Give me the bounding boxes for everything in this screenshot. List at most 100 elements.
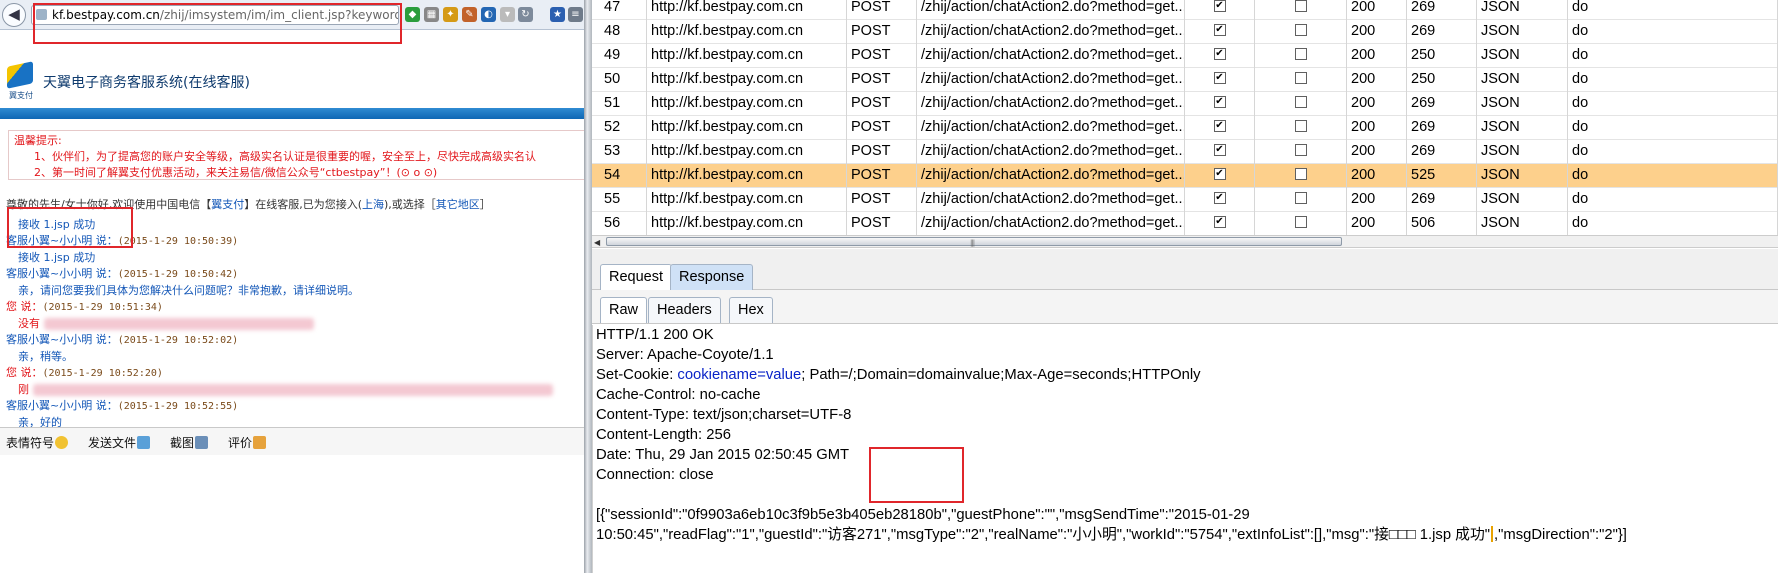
history-row[interactable]: 50 http://kf.bestpay.com.cn POST/zhij/acti… [592,68,1778,92]
checked-checkbox-icon[interactable]: ✔ [1213,48,1226,61]
row-edited-checkbox[interactable] [1255,44,1347,68]
row-params-checkbox[interactable]: ✔ [1185,164,1255,188]
checked-checkbox-icon[interactable]: ✔ [1213,168,1226,181]
history-row[interactable]: 48 http://kf.bestpay.com.cn POST/zhij/acti… [592,20,1778,44]
checked-checkbox-icon[interactable]: ✔ [1213,24,1226,37]
shield-icon[interactable]: ◆ [405,7,420,22]
rate-button[interactable]: 评价 [228,434,267,451]
checked-checkbox-icon[interactable]: ✔ [1213,96,1226,109]
menu-icon[interactable]: ≡ [568,7,583,22]
unchecked-checkbox-icon[interactable] [1294,48,1307,61]
unchecked-checkbox-icon[interactable] [1294,24,1307,37]
row-length: 269 [1407,92,1477,116]
history-row[interactable]: 56 http://kf.bestpay.com.cn POST/zhij/acti… [592,212,1778,236]
horizontal-scrollbar[interactable]: ◀ ||| [592,235,1778,248]
send-file-button[interactable]: 发送文件 [88,434,151,451]
history-row[interactable]: 47 http://kf.bestpay.com.cn POST/zhij/acti… [592,0,1778,20]
history-icon[interactable]: ◐ [481,7,496,22]
row-params-checkbox[interactable]: ✔ [1185,212,1255,236]
row-number: 55 [600,188,647,212]
row-edited-checkbox[interactable] [1255,164,1347,188]
row-params-checkbox[interactable]: ✔ [1185,20,1255,44]
unchecked-checkbox-icon[interactable] [1294,216,1307,229]
row-length: 525 [1407,164,1477,188]
status-line: HTTP/1.1 200 OK [596,327,714,343]
refresh-icon[interactable]: ↻ [518,7,533,22]
history-row[interactable]: 55 http://kf.bestpay.com.cn POST/zhij/acti… [592,188,1778,212]
checked-checkbox-icon[interactable]: ✔ [1213,0,1226,13]
row-edited-checkbox[interactable] [1255,188,1347,212]
brand-link[interactable]: 翼支付 [211,198,244,211]
history-row[interactable]: 49 http://kf.bestpay.com.cn POST/zhij/acti… [592,44,1778,68]
unchecked-checkbox-icon[interactable] [1294,192,1307,205]
response-body[interactable]: HTTP/1.1 200 OK Server: Apache-Coyote/1.… [592,325,1778,573]
chat-message-header: 您 说：(2015-1-29 10:51:34) [6,299,576,316]
row-params-checkbox[interactable]: ✔ [1185,116,1255,140]
row-extension: do [1568,44,1778,68]
row-edited-checkbox[interactable] [1255,92,1347,116]
notice-heading: 温馨提示: [14,134,62,147]
row-host: http://kf.bestpay.com.cn [647,164,847,188]
checked-checkbox-icon[interactable]: ✔ [1213,216,1226,229]
row-edited-checkbox[interactable] [1255,0,1347,20]
unchecked-checkbox-icon[interactable] [1294,0,1307,13]
row-params-checkbox[interactable]: ✔ [1185,68,1255,92]
window-divider[interactable] [584,0,592,573]
row-params-checkbox[interactable]: ✔ [1185,188,1255,212]
tab-raw[interactable]: Raw [600,297,648,323]
scroll-left-arrow-icon[interactable]: ◀ [594,238,600,247]
checked-checkbox-icon[interactable]: ✔ [1213,120,1226,133]
unchecked-checkbox-icon[interactable] [1294,120,1307,133]
tab-hex[interactable]: Hex [729,297,773,323]
row-params-checkbox[interactable]: ✔ [1185,140,1255,164]
screenshot-button[interactable]: 截图 [170,434,209,451]
unchecked-checkbox-icon[interactable] [1294,144,1307,157]
chat-message-header: 客服小翼~小小明 说：(2015-1-29 10:52:02) [6,332,576,349]
chat-highlight-box [7,207,133,248]
http-history-table: 47 http://kf.bestpay.com.cn POST/zhij/acti… [592,0,1778,236]
dropdown-icon[interactable]: ▾ [500,7,515,22]
other-region-link[interactable]: 其它地区 [436,198,480,211]
history-row[interactable]: 51 http://kf.bestpay.com.cn POST/zhij/acti… [592,92,1778,116]
bookmark-icon[interactable]: ★ [550,7,565,22]
row-params-checkbox[interactable]: ✔ [1185,92,1255,116]
unchecked-checkbox-icon[interactable] [1294,72,1307,85]
checked-checkbox-icon[interactable]: ✔ [1213,192,1226,205]
row-url: /zhij/action/chatAction2.do?method=get..… [917,0,1185,20]
header-line: Connection: close [596,467,714,483]
unchecked-checkbox-icon[interactable] [1294,96,1307,109]
chat-message-body: 刚 [6,382,576,398]
qrcode-icon[interactable]: ▦ [424,7,439,22]
checked-checkbox-icon[interactable]: ✔ [1213,72,1226,85]
row-edited-checkbox[interactable] [1255,68,1347,92]
back-button[interactable]: ◀ [2,3,26,27]
sender-name: 客服小翼~小小明 说： [6,333,118,346]
row-method: POST [847,188,917,212]
history-row[interactable]: 52 http://kf.bestpay.com.cn POST/zhij/acti… [592,116,1778,140]
row-params-checkbox[interactable]: ✔ [1185,44,1255,68]
row-edited-checkbox[interactable] [1255,212,1347,236]
unchecked-checkbox-icon[interactable] [1294,168,1307,181]
checked-checkbox-icon[interactable]: ✔ [1213,144,1226,157]
row-edited-checkbox[interactable] [1255,140,1347,164]
row-mime: JSON [1477,212,1568,236]
extension-icon[interactable]: ✦ [443,7,458,22]
tab-headers[interactable]: Headers [648,297,721,323]
timestamp: (2015-1-29 10:50:39) [117,236,239,247]
row-edited-checkbox[interactable] [1255,116,1347,140]
welcome-mid2: ),或选择［ [384,198,436,211]
row-params-checkbox[interactable]: ✔ [1185,0,1255,20]
text-cursor [1491,526,1494,542]
row-edited-checkbox[interactable] [1255,20,1347,44]
tab-request[interactable]: Request [600,264,673,290]
tab-response[interactable]: Response [670,264,754,290]
translate-icon[interactable]: ✎ [462,7,477,22]
emoji-button[interactable]: 表情符号 [6,434,69,451]
scrollbar-thumb[interactable]: ||| [606,237,1342,247]
history-row[interactable]: 53 http://kf.bestpay.com.cn POST/zhij/acti… [592,140,1778,164]
region-link[interactable]: 上海 [362,198,384,211]
request-response-tabs: Request Response [592,249,1778,290]
browser-window: ◀ kf.bestpay.com.cn/zhij/imsystem/im/im_… [0,0,584,573]
history-row[interactable]: 54 http://kf.bestpay.com.cn POST/zhij/acti… [592,164,1778,188]
row-url: /zhij/action/chatAction2.do?method=get..… [917,116,1185,140]
